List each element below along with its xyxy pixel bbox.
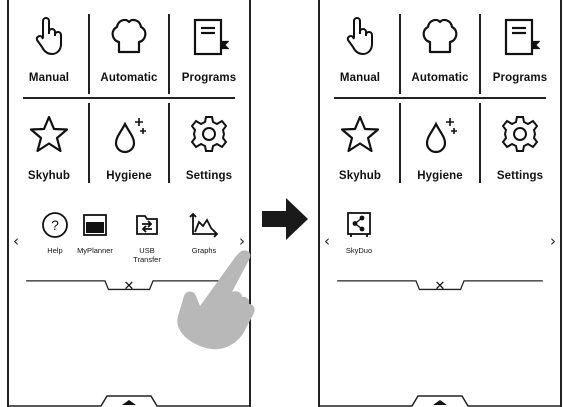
tile-label: Manual bbox=[339, 72, 381, 84]
tile-automatic[interactable]: Automatic bbox=[400, 0, 480, 97]
tile-label: Programs bbox=[492, 72, 548, 84]
sub-item-myplanner[interactable]: MyPlanner bbox=[70, 210, 120, 255]
tile-hygiene[interactable]: Hygiene bbox=[400, 98, 480, 195]
tile-label: Automatic bbox=[411, 72, 469, 84]
star-icon bbox=[29, 115, 69, 153]
tile-label: Skyhub bbox=[338, 170, 382, 182]
right-screen: Manual Automatic Programs Skyhub Hygiene… bbox=[318, 0, 562, 407]
chef-hat-icon bbox=[111, 18, 147, 54]
tile-settings[interactable]: Settings bbox=[169, 98, 249, 195]
tile-manual[interactable]: Manual bbox=[320, 0, 400, 97]
graphs-icon bbox=[189, 212, 219, 238]
gear-icon bbox=[190, 116, 228, 152]
tile-automatic[interactable]: Automatic bbox=[89, 0, 169, 97]
tile-label: Automatic bbox=[100, 72, 158, 84]
close-drawer-button[interactable]: ✕ bbox=[420, 278, 460, 294]
main-menu-grid: Manual Automatic Programs Skyhub Hygiene… bbox=[320, 0, 560, 195]
tile-label: Manual bbox=[28, 72, 70, 84]
drawer-handle[interactable] bbox=[9, 393, 249, 407]
tile-label: Hygiene bbox=[417, 170, 463, 182]
programs-book-icon bbox=[193, 18, 229, 56]
arrow-right-icon bbox=[262, 198, 308, 240]
tile-label: Hygiene bbox=[106, 170, 152, 182]
tile-programs[interactable]: Programs bbox=[480, 0, 560, 97]
chef-hat-icon bbox=[422, 18, 458, 54]
sub-item-label: Help bbox=[47, 246, 63, 255]
droplet-sparkle-icon bbox=[425, 118, 457, 154]
help-icon: ? bbox=[42, 212, 68, 238]
sub-item-label: SkyDuo bbox=[345, 246, 373, 255]
prev-page-button[interactable]: ‹ bbox=[13, 232, 19, 250]
gear-icon bbox=[501, 116, 539, 152]
prev-page-button[interactable]: ‹ bbox=[324, 232, 330, 250]
next-page-button[interactable]: › bbox=[550, 232, 556, 250]
hand-pointer-icon bbox=[35, 17, 62, 55]
tile-hygiene[interactable]: Hygiene bbox=[89, 98, 169, 195]
tile-label: Settings bbox=[185, 170, 233, 182]
tile-programs[interactable]: Programs bbox=[169, 0, 249, 97]
sub-item-label: USB Transfer bbox=[133, 246, 161, 264]
usb-transfer-icon bbox=[136, 215, 158, 235]
skyduo-icon bbox=[347, 212, 371, 237]
programs-book-icon bbox=[504, 18, 540, 56]
tile-manual[interactable]: Manual bbox=[9, 0, 89, 97]
myplanner-icon bbox=[83, 214, 107, 236]
tile-settings[interactable]: Settings bbox=[480, 98, 560, 195]
droplet-sparkle-icon bbox=[114, 118, 146, 154]
hand-pointer-icon bbox=[346, 17, 373, 55]
tile-skyhub[interactable]: Skyhub bbox=[320, 98, 400, 195]
drawer-handle[interactable] bbox=[320, 393, 560, 407]
sub-item-skyduo[interactable]: SkyDuo bbox=[334, 210, 384, 255]
tile-label: Programs bbox=[181, 72, 237, 84]
main-menu-grid: Manual Automatic Programs Skyhub Hygiene… bbox=[9, 0, 249, 195]
svg-text:?: ? bbox=[51, 217, 59, 233]
tile-label: Skyhub bbox=[27, 170, 71, 182]
close-drawer-button[interactable]: ✕ bbox=[109, 278, 149, 294]
tile-skyhub[interactable]: Skyhub bbox=[9, 98, 89, 195]
hand-gesture-icon bbox=[177, 250, 255, 350]
secondary-menu: ‹ › SkyDuo bbox=[320, 196, 560, 280]
tile-label: Settings bbox=[496, 170, 544, 182]
star-icon bbox=[340, 115, 380, 153]
sub-item-label: MyPlanner bbox=[77, 246, 113, 255]
